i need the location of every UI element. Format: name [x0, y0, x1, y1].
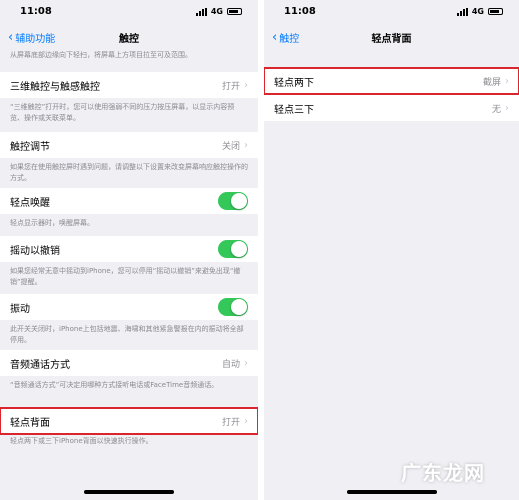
row-touch-accommodations[interactable]: 触控调节 关闭 › [0, 132, 258, 158]
chevron-right-icon: › [244, 139, 248, 151]
section-footer: 轻点显示器时，唤醒屏幕。 [10, 219, 94, 227]
row-3d-touch[interactable]: 三维触控与触感触控 打开 › [0, 72, 258, 98]
network-label: 4G [471, 7, 484, 16]
row-label: 音频通话方式 [10, 359, 70, 371]
chevron-right-icon: › [244, 79, 248, 91]
row-label: 三维触控与触感触控 [10, 81, 100, 93]
row-double-tap[interactable]: 轻点两下 截屏 › [264, 67, 519, 95]
row-label: 轻点背面 [10, 417, 50, 429]
row-label: 触控调节 [10, 141, 50, 153]
chevron-right-icon: › [244, 415, 248, 427]
row-value: 关闭 › [221, 139, 248, 152]
row-triple-tap[interactable]: 轻点三下 无 › [264, 95, 519, 121]
row-value: 打开 › [221, 79, 248, 92]
row-shake-to-undo: 摇动以撤销 [0, 236, 258, 262]
vibration-toggle[interactable] [218, 298, 248, 316]
back-tap-options: 轻点两下 截屏 › 轻点三下 无 › [264, 67, 519, 121]
page-title: 触控 [119, 34, 139, 45]
row-value: 打开 › [221, 415, 248, 428]
watermark: 广东龙网 [401, 461, 485, 485]
status-icons: 4G [456, 7, 503, 16]
row-value: 无 › [491, 102, 509, 115]
page-title: 轻点背面 [371, 34, 412, 45]
row-value: 截屏 › [482, 75, 509, 88]
tap-to-wake-toggle[interactable] [218, 192, 248, 210]
row-back-tap[interactable]: 轻点背面 打开 › [0, 407, 258, 435]
battery-icon [488, 8, 503, 15]
right-screen: 11:08 4G ‹ 触控 轻点背面 轻点两下 截屏 › 轻点三下 无 › [264, 0, 519, 500]
section-footer: 轻点两下或三下iPhone背面以快速执行操作。 [10, 437, 153, 445]
home-indicator [346, 490, 437, 494]
section-footer: “三维触控”打开时，您可以使用强弱不同的压力按压屏幕，以显示内容预览、操作或关联… [10, 103, 235, 122]
row-value: 自动 › [221, 357, 248, 370]
row-label: 轻点唤醒 [10, 197, 50, 209]
row-call-audio-routing[interactable]: 音频通话方式 自动 › [0, 350, 258, 376]
status-bar: 11:08 4G [264, 0, 519, 26]
left-screen: 11:08 4G ‹ 辅助功能 触控 从屏幕底部边缘向下轻扫，将屏幕上方项目拉至… [0, 0, 258, 500]
row-tap-to-wake: 轻点唤醒 [0, 188, 258, 214]
home-indicator [84, 490, 174, 494]
signal-icon [195, 7, 207, 16]
section-footer: “音频通话方式”可决定用哪种方式接听电话或FaceTime音频通话。 [10, 381, 219, 389]
shake-to-undo-toggle[interactable] [218, 240, 248, 258]
row-label: 轻点三下 [274, 104, 314, 116]
section-footer: 从屏幕底部边缘向下轻扫，将屏幕上方项目拉至可及范围。 [10, 51, 192, 59]
section-footer: 如果您经常无意中摇动到iPhone，您可以停用“摇动以撤销”来避免出现“撤销”提… [10, 267, 241, 286]
chevron-right-icon: › [244, 357, 248, 369]
status-time: 11:08 [20, 6, 52, 17]
network-label: 4G [210, 7, 223, 16]
section-footer: 如果您在使用触控屏时遇到问题，请调整以下设置来改变屏幕响应触控操作的方式。 [10, 163, 248, 182]
status-time: 11:08 [284, 6, 316, 17]
battery-icon [227, 8, 242, 15]
status-icons: 4G [195, 7, 242, 16]
status-bar: 11:08 4G [0, 0, 258, 26]
section-footer: 此开关关闭时，iPhone上包括地震、海啸和其他紧急警报在内的振动将全部停用。 [10, 325, 244, 344]
chevron-right-icon: › [505, 102, 509, 114]
chevron-right-icon: › [505, 75, 509, 87]
row-label: 摇动以撤销 [10, 245, 60, 257]
nav-bar: ‹ 触控 轻点背面 [264, 26, 519, 48]
nav-bar: ‹ 辅助功能 触控 [0, 26, 258, 48]
row-vibration: 振动 [0, 294, 258, 320]
row-label: 轻点两下 [274, 77, 314, 89]
signal-icon [456, 7, 468, 16]
row-label: 振动 [10, 303, 30, 315]
